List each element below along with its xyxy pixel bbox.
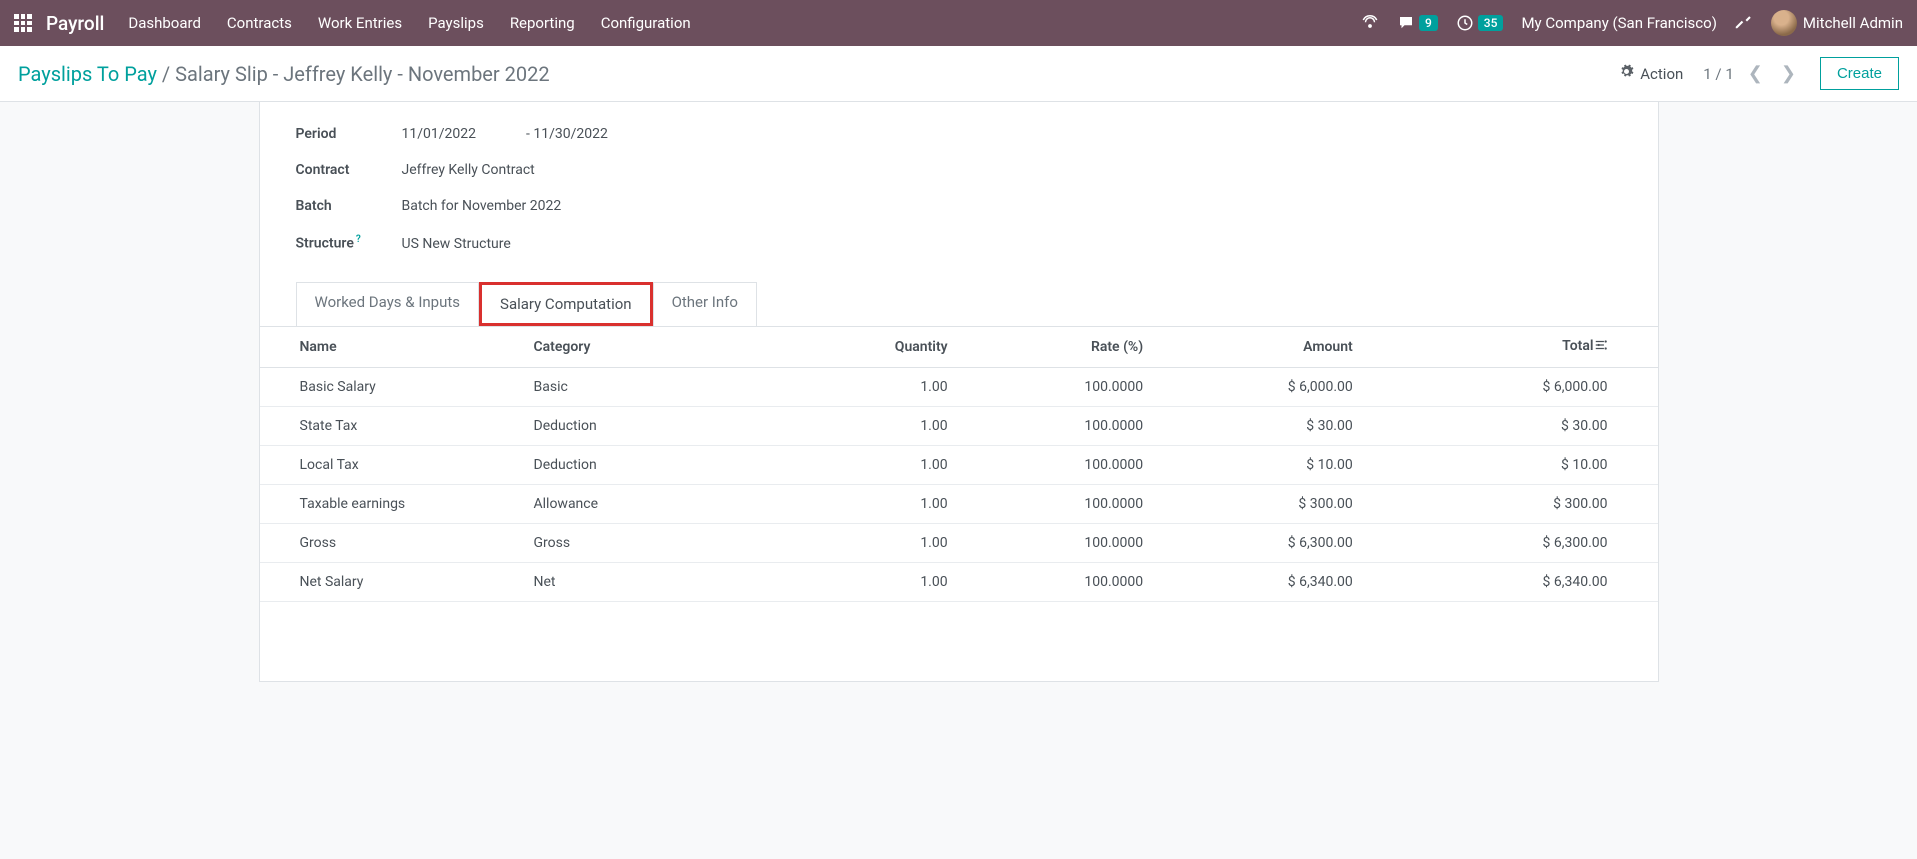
- page-indicator: 1 / 1: [1703, 65, 1734, 83]
- cell-total: $ 6,300.00: [1367, 523, 1658, 562]
- table-row[interactable]: Local TaxDeduction1.00100.0000$ 10.00$ 1…: [260, 445, 1658, 484]
- cell-total: $ 6,340.00: [1367, 562, 1658, 601]
- cell-quantity: 1.00: [780, 367, 962, 406]
- user-name: Mitchell Admin: [1803, 14, 1903, 32]
- scroll-viewport[interactable]: Period 11/01/2022 - 11/30/2022 Contract …: [0, 102, 1917, 859]
- structure-value[interactable]: US New Structure: [402, 236, 511, 252]
- structure-label: Structure?: [296, 234, 402, 252]
- cell-amount: $ 6,300.00: [1157, 523, 1367, 562]
- user-menu[interactable]: Mitchell Admin: [1771, 10, 1903, 36]
- tools-icon[interactable]: [1735, 14, 1753, 32]
- clock-badge: 35: [1478, 15, 1504, 31]
- pager: 1 / 1 ❮ ❯: [1703, 63, 1800, 84]
- cell-name: Basic Salary: [260, 367, 520, 406]
- menu-dashboard[interactable]: Dashboard: [128, 14, 201, 32]
- options-icon[interactable]: [1594, 338, 1608, 356]
- col-amount[interactable]: Amount: [1157, 327, 1367, 368]
- cell-rate: 100.0000: [962, 562, 1158, 601]
- batch-label: Batch: [296, 198, 402, 214]
- prev-icon[interactable]: ❮: [1744, 63, 1767, 84]
- contract-label: Contract: [296, 162, 402, 178]
- cell-rate: 100.0000: [962, 367, 1158, 406]
- cell-quantity: 1.00: [780, 562, 962, 601]
- table-row[interactable]: GrossGross1.00100.0000$ 6,300.00$ 6,300.…: [260, 523, 1658, 562]
- cell-rate: 100.0000: [962, 445, 1158, 484]
- cell-name: Net Salary: [260, 562, 520, 601]
- app-name[interactable]: Payroll: [46, 12, 104, 35]
- period-to: - 11/30/2022: [526, 126, 608, 142]
- cell-total: $ 300.00: [1367, 484, 1658, 523]
- cell-category: Deduction: [520, 445, 780, 484]
- period-label: Period: [296, 126, 402, 142]
- avatar: [1771, 10, 1797, 36]
- menu-reporting[interactable]: Reporting: [510, 14, 575, 32]
- company-selector[interactable]: My Company (San Francisco): [1521, 14, 1716, 32]
- menu-contracts[interactable]: Contracts: [227, 14, 292, 32]
- breadcrumb-root[interactable]: Payslips To Pay: [18, 62, 157, 86]
- cell-total: $ 6,000.00: [1367, 367, 1658, 406]
- cell-amount: $ 30.00: [1157, 406, 1367, 445]
- cell-rate: 100.0000: [962, 523, 1158, 562]
- col-total[interactable]: Total: [1367, 327, 1658, 368]
- menu-configuration[interactable]: Configuration: [601, 14, 691, 32]
- cell-category: Allowance: [520, 484, 780, 523]
- cell-amount: $ 300.00: [1157, 484, 1367, 523]
- col-name[interactable]: Name: [260, 327, 520, 368]
- chat-badge: 9: [1419, 15, 1438, 31]
- breadcrumb-current: Salary Slip - Jeffrey Kelly - November 2…: [175, 62, 550, 86]
- cell-total: $ 30.00: [1367, 406, 1658, 445]
- cell-total: $ 10.00: [1367, 445, 1658, 484]
- cell-amount: $ 6,000.00: [1157, 367, 1367, 406]
- main-menu: Dashboard Contracts Work Entries Payslip…: [128, 14, 690, 32]
- period-from: 11/01/2022: [402, 126, 477, 142]
- cell-quantity: 1.00: [780, 445, 962, 484]
- action-label: Action: [1640, 65, 1683, 83]
- tab-salary-computation[interactable]: Salary Computation: [479, 282, 653, 326]
- cell-category: Deduction: [520, 406, 780, 445]
- chat-icon[interactable]: 9: [1397, 14, 1438, 32]
- table-row[interactable]: Basic SalaryBasic1.00100.0000$ 6,000.00$…: [260, 367, 1658, 406]
- next-icon[interactable]: ❯: [1777, 63, 1800, 84]
- batch-value[interactable]: Batch for November 2022: [402, 198, 562, 214]
- help-icon[interactable]: ?: [356, 234, 361, 245]
- menu-payslips[interactable]: Payslips: [428, 14, 484, 32]
- create-button[interactable]: Create: [1820, 57, 1899, 90]
- cell-category: Net: [520, 562, 780, 601]
- cell-rate: 100.0000: [962, 484, 1158, 523]
- breadcrumb: Payslips To Pay / Salary Slip - Jeffrey …: [18, 62, 550, 86]
- form-sheet: Period 11/01/2022 - 11/30/2022 Contract …: [259, 102, 1659, 682]
- phone-icon[interactable]: [1361, 14, 1379, 32]
- tab-other-info[interactable]: Other Info: [653, 282, 757, 326]
- col-rate[interactable]: Rate (%): [962, 327, 1158, 368]
- action-button[interactable]: Action: [1619, 64, 1683, 83]
- cell-name: Gross: [260, 523, 520, 562]
- table-row[interactable]: Taxable earningsAllowance1.00100.0000$ 3…: [260, 484, 1658, 523]
- cell-name: Local Tax: [260, 445, 520, 484]
- breadcrumb-sep: /: [157, 62, 175, 86]
- cell-name: State Tax: [260, 406, 520, 445]
- cell-name: Taxable earnings: [260, 484, 520, 523]
- menu-work-entries[interactable]: Work Entries: [318, 14, 402, 32]
- apps-icon[interactable]: [14, 14, 32, 32]
- table-row[interactable]: State TaxDeduction1.00100.0000$ 30.00$ 3…: [260, 406, 1658, 445]
- table-row[interactable]: Net SalaryNet1.00100.0000$ 6,340.00$ 6,3…: [260, 562, 1658, 601]
- col-quantity[interactable]: Quantity: [780, 327, 962, 368]
- col-category[interactable]: Category: [520, 327, 780, 368]
- cell-rate: 100.0000: [962, 406, 1158, 445]
- contract-value[interactable]: Jeffrey Kelly Contract: [402, 162, 535, 178]
- gear-icon: [1619, 64, 1634, 83]
- cell-category: Gross: [520, 523, 780, 562]
- tab-worked-days[interactable]: Worked Days & Inputs: [296, 282, 480, 326]
- salary-table: Name Category Quantity Rate (%) Amount T…: [260, 327, 1658, 602]
- cell-quantity: 1.00: [780, 523, 962, 562]
- cell-amount: $ 6,340.00: [1157, 562, 1367, 601]
- clock-icon[interactable]: 35: [1456, 14, 1504, 32]
- cell-quantity: 1.00: [780, 406, 962, 445]
- cell-amount: $ 10.00: [1157, 445, 1367, 484]
- cell-quantity: 1.00: [780, 484, 962, 523]
- cell-category: Basic: [520, 367, 780, 406]
